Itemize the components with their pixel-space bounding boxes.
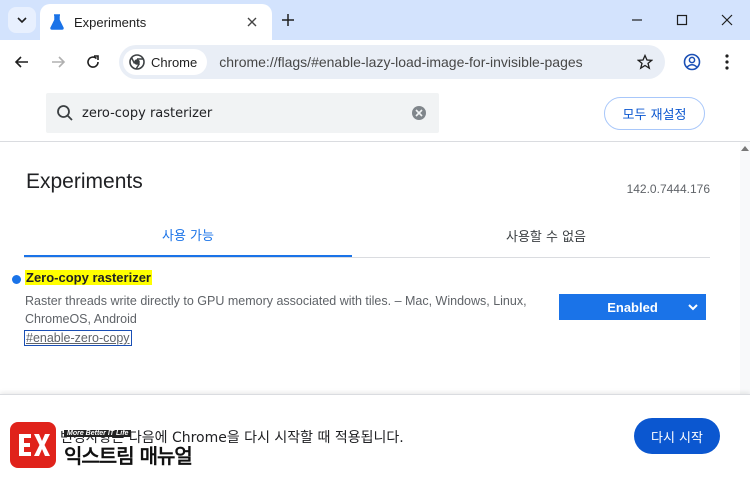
star-icon: [637, 54, 653, 70]
tab-experiments[interactable]: Experiments: [40, 4, 272, 40]
back-icon: [14, 56, 28, 68]
flags-header: 모두 재설정: [0, 84, 750, 142]
scroll-up-arrow[interactable]: [741, 146, 749, 151]
close-icon: [247, 17, 257, 27]
watermark-tagline: More Better IT Life: [64, 430, 132, 437]
experiment-state-select[interactable]: Enabled: [559, 294, 706, 320]
plus-icon: [282, 14, 294, 26]
tab-strip: Experiments: [0, 0, 750, 40]
chevron-down-icon: [688, 304, 698, 311]
address-bar[interactable]: Chrome chrome://flags/#enable-lazy-load-…: [119, 45, 665, 79]
page-title: Experiments: [26, 170, 143, 193]
relaunch-button[interactable]: 다시 시작: [634, 418, 720, 454]
chrome-logo-icon: [129, 54, 145, 70]
tab-close-button[interactable]: [242, 12, 262, 32]
flags-tabs: 사용 가능 사용할 수 없음: [24, 214, 710, 258]
flags-search-box[interactable]: [46, 93, 439, 133]
menu-icon: [725, 54, 729, 70]
reload-button[interactable]: [80, 49, 106, 75]
maximize-button[interactable]: [659, 6, 705, 34]
tab-available[interactable]: 사용 가능: [24, 214, 352, 257]
reload-icon: [87, 55, 99, 68]
profile-button[interactable]: [679, 49, 705, 75]
scrollbar[interactable]: [740, 142, 750, 394]
search-input[interactable]: [82, 105, 409, 121]
experiment-permalink[interactable]: #enable-zero-copy: [24, 330, 132, 346]
close-icon: [721, 14, 733, 26]
window-close-button[interactable]: [704, 6, 750, 34]
browser-menu-button[interactable]: [714, 49, 740, 75]
new-tab-button[interactable]: [276, 8, 300, 32]
site-info-chip[interactable]: Chrome: [123, 49, 208, 75]
chevron-down-icon: [17, 17, 27, 24]
minimize-icon: [632, 19, 642, 21]
watermark-brand: 익스트림 매뉴얼: [64, 444, 193, 468]
selected-option: Enabled: [607, 299, 658, 315]
experiment-name: Zero-copy rasterizer: [25, 270, 152, 285]
tab-title: Experiments: [74, 14, 147, 30]
minimize-button[interactable]: [614, 6, 660, 34]
version-label: 142.0.7444.176: [626, 182, 710, 196]
tab-unavailable[interactable]: 사용할 수 없음: [382, 214, 710, 257]
maximize-icon: [676, 14, 688, 26]
profile-icon: [683, 53, 701, 71]
experiment-description: Raster threads write directly to GPU mem…: [25, 294, 527, 326]
search-icon: [57, 105, 73, 121]
tab-search-button[interactable]: [8, 7, 36, 33]
back-button[interactable]: [9, 49, 35, 75]
url-text: chrome://flags/#enable-lazy-load-image-f…: [219, 54, 583, 70]
experiment-item: Zero-copy rasterizer Raster threads writ…: [12, 270, 712, 354]
bookmark-button[interactable]: [635, 52, 655, 72]
clear-icon: [412, 106, 426, 120]
watermark: More Better IT Life 익스트림 매뉴얼: [10, 422, 210, 468]
flags-content: Experiments 142.0.7444.176 사용 가능 사용할 수 없…: [0, 142, 740, 394]
browser-toolbar: Chrome chrome://flags/#enable-lazy-load-…: [0, 40, 750, 84]
forward-icon: [52, 56, 66, 68]
modified-indicator: [12, 275, 21, 284]
flask-icon: [50, 14, 64, 30]
forward-button[interactable]: [45, 49, 71, 75]
clear-search-button[interactable]: [409, 103, 429, 123]
watermark-logo: [10, 422, 56, 468]
chip-label: Chrome: [151, 54, 198, 70]
reset-all-button[interactable]: 모두 재설정: [604, 97, 705, 130]
